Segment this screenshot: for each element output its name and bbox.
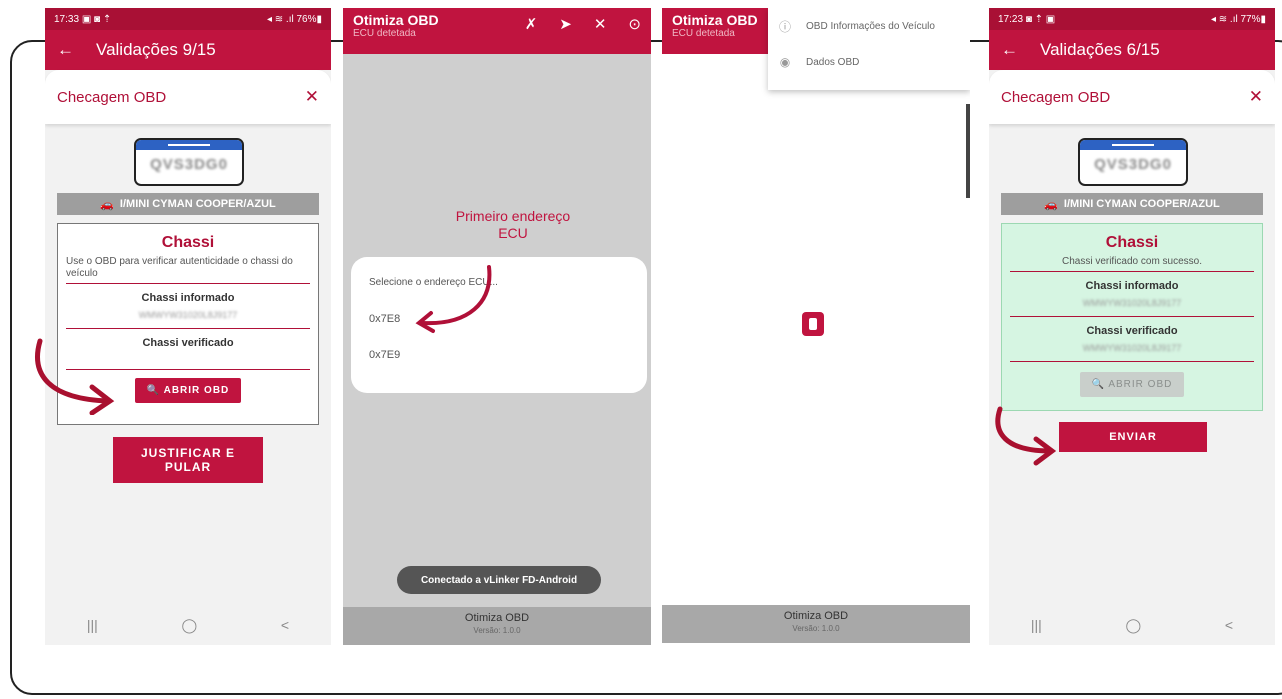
recents-icon[interactable]: |||: [1031, 617, 1042, 633]
close-icon[interactable]: ✕: [1249, 87, 1263, 107]
status-bar: 17:33 ▣ ◙ ⇡ ◂ ≋ .ıl 76%▮: [45, 8, 331, 30]
footer-version: Versão: 1.0.0: [473, 626, 521, 635]
screen-validation-success: 17:23 ◙ ⇡ ▣ ◂ ≋ .ıl 77%▮ ← Validações 6/…: [989, 8, 1275, 645]
eye-icon: ◉: [779, 55, 791, 69]
divider: [66, 283, 310, 284]
recents-icon[interactable]: |||: [87, 617, 98, 633]
ecu-option[interactable]: 0x7E9: [369, 349, 400, 361]
annotation-arrow: [415, 265, 492, 333]
status-bar: 17:23 ◙ ⇡ ▣ ◂ ≋ .ıl 77%▮: [989, 8, 1275, 30]
back-arrow-icon[interactable]: ←: [1001, 40, 1018, 60]
bluetooth-off-icon[interactable]: ✗: [525, 15, 538, 33]
card-description: Chassi verificado com sucesso.: [1061, 256, 1203, 267]
car-icon: 🚗: [100, 198, 114, 211]
screen-validation-pending: 17:33 ▣ ◙ ⇡ ◂ ≋ .ıl 76%▮ ← Validações 9/…: [45, 8, 331, 645]
open-obd-button[interactable]: 🔍 ABRIR OBD: [1079, 372, 1185, 397]
screen-ecu-select: Otimiza OBD ECU detetada ✗ ➤ ✕ ⊙ Primeir…: [343, 8, 651, 645]
chassi-card: Chassi Chassi verificado com sucesso. Ch…: [1001, 223, 1263, 411]
app-bar: ← Validações 6/15: [989, 30, 1275, 70]
app-footer: Otimiza OBD Versão: 1.0.0: [662, 605, 970, 643]
send-icon[interactable]: ➤: [559, 15, 572, 33]
vehicle-bar: 🚗 I/MINI CYMAN COOPER/AZUL: [1001, 193, 1263, 215]
license-plate: QVS3DG0: [1078, 138, 1188, 186]
open-obd-button[interactable]: 🔍 ABRIR OBD: [134, 378, 242, 403]
menu-item-obd-data[interactable]: ◉ Dados OBD: [768, 44, 970, 80]
app-title: Otimiza OBD: [672, 12, 758, 28]
ecu-dialog: Selecione o endereço ECU... 0x7E8 0x7E9: [351, 257, 647, 393]
home-icon[interactable]: ◯: [182, 617, 198, 634]
divider: [66, 328, 310, 329]
divider: [1010, 271, 1254, 272]
nav-bar: ||| ◯ <: [45, 605, 331, 645]
close-icon[interactable]: ✕: [305, 87, 319, 107]
menu-item-vehicle-info[interactable]: ⓘ OBD Informações do Veículo: [768, 8, 970, 44]
menu-item-label: Dados OBD: [806, 56, 860, 68]
home-icon[interactable]: ◯: [1126, 617, 1142, 634]
divider: [1010, 361, 1254, 362]
skip-button[interactable]: JUSTIFICAR E PULAR: [113, 437, 263, 483]
annotation-label: Primeiro endereço ECU: [455, 208, 571, 241]
plate-band: [136, 140, 242, 150]
informed-value: WMWYW31020L8J9177: [138, 310, 238, 320]
vehicle-name: I/MINI CYMAN COOPER/AZUL: [1063, 198, 1220, 210]
toast-message: Conectado a vLinker FD-Android: [397, 566, 601, 594]
app-bar: ← Validações 9/15: [45, 30, 331, 70]
page-title: Validações 6/15: [1040, 40, 1160, 59]
back-arrow-icon[interactable]: ←: [57, 40, 74, 60]
car-icon: 🚗: [1044, 198, 1058, 211]
annotation-arrow: [35, 338, 115, 415]
footer-version: Versão: 1.0.0: [792, 624, 840, 633]
overflow-menu: ⓘ OBD Informações do Veículo ◉ Dados OBD: [768, 8, 970, 90]
obd-app-bar: Otimiza OBD ECU detetada ✗ ➤ ✕ ⊙: [343, 8, 651, 54]
informed-value: WMWYW31020L8J9177: [1082, 298, 1182, 308]
close-icon[interactable]: ✕: [594, 15, 607, 33]
informed-label: Chassi informado: [1085, 280, 1179, 292]
ecu-option[interactable]: 0x7E8: [369, 313, 400, 325]
status-time: 17:23: [998, 13, 1024, 25]
app-footer: Otimiza OBD Versão: 1.0.0: [343, 607, 651, 645]
app-subtitle: ECU detetada: [353, 28, 416, 39]
menu-item-label: OBD Informações do Veículo: [806, 20, 935, 32]
plate-number: QVS3DG0: [150, 156, 228, 173]
status-battery: ◂ ≋ .ıl 76%▮: [266, 13, 322, 25]
sheet-header: Checagem OBD ✕: [45, 70, 331, 124]
nav-bar: ||| ◯ <: [989, 605, 1275, 645]
status-icons: ◙ ⇡ ▣: [1025, 13, 1056, 25]
card-description: Use o OBD para verificar autenticidade o…: [66, 256, 293, 279]
sheet-title: Checagem OBD: [1001, 88, 1111, 106]
license-plate: QVS3DG0: [134, 138, 244, 186]
app-subtitle: ECU detetada: [672, 28, 735, 39]
vehicle-name: I/MINI CYMAN COOPER/AZUL: [119, 198, 276, 210]
verified-label: Chassi verificado: [1086, 325, 1178, 337]
app-title: Otimiza OBD: [353, 12, 439, 28]
obd-app-bar: Otimiza OBD ECU detetada: [662, 8, 768, 54]
status-time: 17:33: [54, 13, 80, 25]
scrollbar[interactable]: [966, 104, 970, 198]
vehicle-bar: 🚗 I/MINI CYMAN COOPER/AZUL: [57, 193, 319, 215]
menu-dropdown-icon[interactable]: ⊙: [628, 15, 641, 33]
screen-obd-menu: Otimiza OBD ECU detetada ⓘ OBD Informaçõ…: [662, 8, 970, 643]
plate-band: [1080, 140, 1186, 150]
card-title: Chassi: [161, 234, 215, 251]
info-icon: ⓘ: [778, 19, 791, 34]
footer-title: Otimiza OBD: [464, 612, 530, 624]
card-title: Chassi: [1105, 234, 1159, 251]
footer-title: Otimiza OBD: [783, 610, 849, 622]
send-button[interactable]: ENVIAR: [1059, 422, 1207, 452]
plate-number: QVS3DG0: [1094, 156, 1172, 173]
app-logo-icon: [802, 312, 824, 336]
informed-label: Chassi informado: [141, 292, 235, 304]
back-icon[interactable]: <: [1225, 617, 1233, 633]
status-battery: ◂ ≋ .ıl 77%▮: [1210, 13, 1266, 25]
sheet-header: Checagem OBD ✕: [989, 70, 1275, 124]
verified-value: WMWYW31020L8J9177: [1082, 343, 1182, 353]
sheet-title: Checagem OBD: [57, 88, 167, 106]
divider: [1010, 316, 1254, 317]
page-title: Validações 9/15: [96, 40, 216, 59]
status-icons: ▣ ◙ ⇡: [81, 13, 112, 25]
annotation-arrow: [995, 406, 1057, 466]
back-icon[interactable]: <: [281, 617, 289, 633]
